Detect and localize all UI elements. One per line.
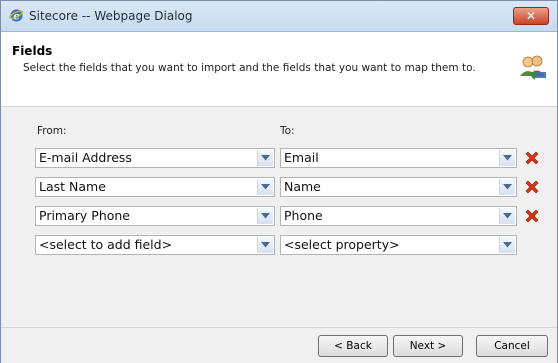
internet-explorer-icon: e [9, 9, 24, 22]
delete-row-icon[interactable] [524, 208, 540, 224]
to-property-value: Phone [284, 208, 323, 223]
to-column-label: To: [280, 125, 295, 137]
delete-row-icon[interactable] [524, 179, 540, 195]
chevron-down-icon[interactable] [257, 237, 273, 253]
delete-row-icon[interactable] [524, 150, 540, 166]
from-field-value: E-mail Address [39, 150, 132, 165]
back-button[interactable]: < Back [318, 335, 388, 357]
to-property-select[interactable]: Phone [280, 206, 517, 226]
from-field-value: Last Name [39, 179, 106, 194]
users-icon [520, 55, 546, 80]
from-column-label: From: [37, 125, 67, 137]
chevron-down-icon[interactable] [499, 208, 515, 224]
window-title: Sitecore -- Webpage Dialog [29, 9, 193, 23]
next-button[interactable]: Next > [393, 335, 463, 357]
to-property-value: Name [284, 179, 321, 194]
wizard-footer: < Back Next > Cancel [1, 327, 557, 363]
wizard-header: Fields Select the fields that you want t… [1, 32, 557, 107]
chevron-down-icon[interactable] [499, 237, 515, 253]
cancel-button[interactable]: Cancel [476, 335, 548, 357]
to-property-select[interactable]: Email [280, 148, 517, 168]
from-field-select[interactable]: Primary Phone [35, 206, 275, 226]
title-bar: e Sitecore -- Webpage Dialog ✕ [1, 1, 557, 32]
to-property-value: Email [284, 150, 319, 165]
chevron-down-icon[interactable] [257, 179, 273, 195]
add-field-select[interactable]: <select to add field> [35, 235, 275, 255]
chevron-down-icon[interactable] [257, 208, 273, 224]
chevron-down-icon[interactable] [499, 150, 515, 166]
from-field-select[interactable]: Last Name [35, 177, 275, 197]
page-subtitle: Select the fields that you want to impor… [23, 62, 476, 74]
from-field-value: <select to add field> [39, 237, 173, 252]
to-property-select[interactable]: Name [280, 177, 517, 197]
chevron-down-icon[interactable] [499, 179, 515, 195]
close-button[interactable]: ✕ [513, 7, 549, 25]
from-field-value: Primary Phone [39, 208, 130, 223]
from-field-select[interactable]: E-mail Address [35, 148, 275, 168]
chevron-down-icon[interactable] [257, 150, 273, 166]
page-title: Fields [12, 44, 53, 58]
to-property-value: <select property> [284, 237, 400, 252]
field-mapping-panel: From: To: E-mail Address Email Last Name… [1, 107, 557, 327]
webpage-dialog: e Sitecore -- Webpage Dialog ✕ Fields Se… [0, 0, 558, 363]
add-property-select[interactable]: <select property> [280, 235, 517, 255]
